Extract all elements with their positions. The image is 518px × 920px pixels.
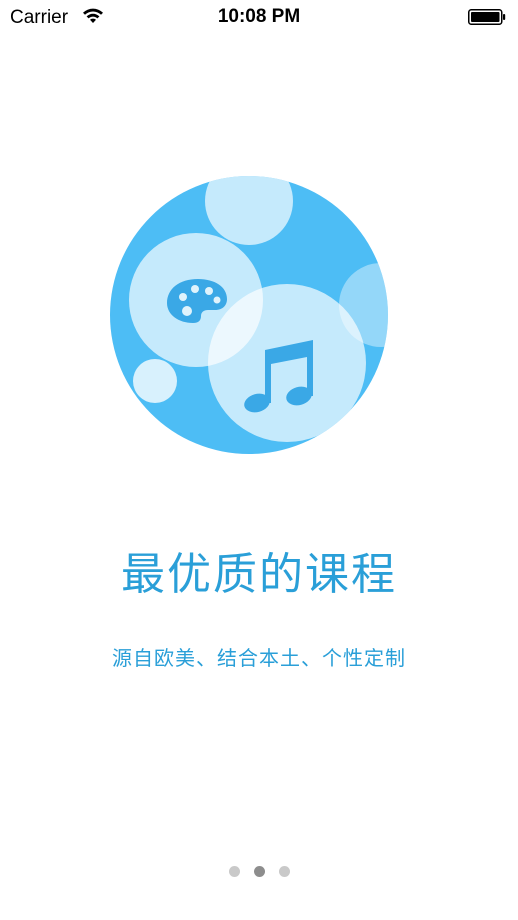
course-illustration bbox=[110, 176, 388, 454]
page-dot-2[interactable] bbox=[253, 866, 265, 877]
onboarding-screen[interactable]: Carrier 10:08 PM 最优质的课程 源自欧美、结合本土、个性定制 bbox=[0, 0, 518, 920]
music-badge bbox=[208, 284, 366, 442]
clock-time: 10:08 PM bbox=[217, 6, 301, 27]
page-indicator[interactable] bbox=[0, 866, 518, 877]
battery-full-icon bbox=[468, 9, 506, 25]
onboarding-title: 最优质的课程 bbox=[121, 549, 397, 600]
onboarding-subtitle: 源自欧美、结合本土、个性定制 bbox=[112, 646, 406, 670]
page-dot-1[interactable] bbox=[228, 866, 240, 877]
page-dot-3[interactable] bbox=[278, 866, 290, 877]
bubble-left bbox=[133, 359, 177, 403]
status-bar: Carrier 10:08 PM bbox=[0, 0, 518, 40]
